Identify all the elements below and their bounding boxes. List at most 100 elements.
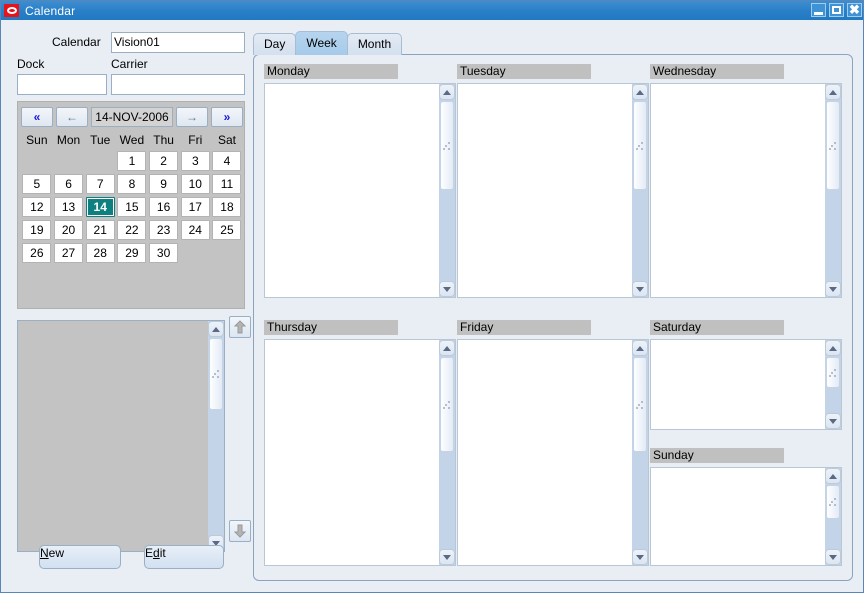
close-icon: ✖ [849, 2, 860, 17]
calendar-day-17[interactable]: 17 [180, 197, 210, 217]
calendar-day-18[interactable]: 18 [212, 197, 242, 217]
scroll-up-icon[interactable] [825, 340, 841, 356]
calendar-day-6[interactable]: 6 [54, 174, 84, 194]
edit-button-prefix: E [145, 546, 154, 560]
calendar-day-3[interactable]: 3 [180, 151, 210, 171]
calendar-day-19[interactable]: 19 [22, 220, 52, 240]
day-entries-area-thursday[interactable] [264, 339, 456, 566]
move-up-button[interactable] [229, 316, 251, 338]
last-page-button[interactable]: » [211, 107, 243, 127]
scroll-down-icon[interactable] [439, 281, 455, 297]
edit-button[interactable]: Edit [144, 545, 224, 569]
scroll-down-icon[interactable] [632, 281, 648, 297]
calendar-day-26[interactable]: 26 [22, 243, 52, 263]
dock-input[interactable] [17, 74, 107, 95]
scroll-down-icon[interactable] [825, 281, 841, 297]
current-date-display[interactable]: 14-NOV-2006 [91, 107, 173, 127]
scroll-up-icon[interactable] [632, 340, 648, 356]
calendar-day-10[interactable]: 10 [180, 174, 210, 194]
scroll-up-icon[interactable] [439, 84, 455, 100]
scroll-thumb[interactable] [633, 357, 647, 452]
scroll-up-icon[interactable] [825, 84, 841, 100]
calendar-day-8[interactable]: 8 [117, 174, 147, 194]
tab-day[interactable]: Day [253, 33, 297, 55]
move-down-button[interactable] [229, 520, 251, 542]
day-scrollbar-monday[interactable] [439, 84, 455, 297]
calendar-day-empty [86, 151, 115, 171]
close-button[interactable]: ✖ [847, 2, 862, 17]
calendar-day-9[interactable]: 9 [149, 174, 179, 194]
calendar-day-16[interactable]: 16 [149, 197, 179, 217]
scroll-thumb[interactable] [826, 101, 840, 190]
list-scrollbar[interactable] [208, 321, 224, 551]
day-header-wednesday: Wednesday [650, 64, 784, 79]
scroll-up-icon[interactable] [825, 468, 841, 484]
calendar-day-1[interactable]: 1 [117, 151, 147, 171]
calendar-day-21[interactable]: 21 [85, 220, 115, 240]
day-scrollbar-wednesday[interactable] [825, 84, 841, 297]
calendar-day-12[interactable]: 12 [22, 197, 52, 217]
scroll-thumb[interactable] [826, 357, 840, 388]
calendar-day-14[interactable]: 14 [85, 197, 115, 217]
calendar-day-7[interactable]: 7 [85, 174, 115, 194]
new-button[interactable]: New [39, 545, 121, 569]
dow-header-mon: Mon [56, 133, 81, 147]
scroll-down-icon[interactable] [632, 549, 648, 565]
minimize-button[interactable] [811, 3, 826, 17]
calendar-day-24[interactable]: 24 [180, 220, 210, 240]
calendar-day-empty [22, 151, 51, 171]
day-scrollbar-sunday[interactable] [825, 468, 841, 565]
calendar-day-30[interactable]: 30 [149, 243, 179, 263]
calendar-day-empty [212, 243, 241, 263]
day-header-thursday: Thursday [264, 320, 398, 335]
day-card-monday: Monday [264, 64, 456, 298]
day-entries-area-friday[interactable] [457, 339, 649, 566]
calendar-day-20[interactable]: 20 [54, 220, 84, 240]
scroll-up-icon[interactable] [632, 84, 648, 100]
scroll-thumb[interactable] [209, 338, 223, 410]
scroll-up-icon[interactable] [208, 321, 224, 337]
calendar-day-13[interactable]: 13 [54, 197, 84, 217]
calendar-day-25[interactable]: 25 [212, 220, 242, 240]
calendar-day-5[interactable]: 5 [22, 174, 52, 194]
carrier-input[interactable] [111, 74, 245, 95]
next-button[interactable]: → [176, 107, 208, 127]
day-header-friday: Friday [457, 320, 591, 335]
day-entries-area-saturday[interactable] [650, 339, 842, 430]
day-entries-area-sunday[interactable] [650, 467, 842, 566]
calendar-input[interactable]: Vision01 [111, 32, 245, 53]
scroll-thumb[interactable] [633, 101, 647, 190]
tab-month[interactable]: Month [346, 33, 403, 55]
calendar-day-22[interactable]: 22 [117, 220, 147, 240]
day-scrollbar-thursday[interactable] [439, 340, 455, 565]
day-entries-area-monday[interactable] [264, 83, 456, 298]
calendar-day-27[interactable]: 27 [54, 243, 84, 263]
dow-header-tue: Tue [90, 133, 111, 147]
calendar-day-4[interactable]: 4 [212, 151, 242, 171]
scroll-thumb[interactable] [440, 101, 454, 190]
calendar-day-29[interactable]: 29 [117, 243, 147, 263]
maximize-button[interactable] [829, 3, 844, 17]
scroll-down-icon[interactable] [825, 413, 841, 429]
scroll-up-icon[interactable] [439, 340, 455, 356]
day-scrollbar-tuesday[interactable] [632, 84, 648, 297]
first-page-button[interactable]: « [21, 107, 53, 127]
scroll-down-icon[interactable] [439, 549, 455, 565]
tab-week[interactable]: Week [295, 31, 348, 55]
calendar-day-2[interactable]: 2 [149, 151, 179, 171]
scroll-thumb[interactable] [440, 357, 454, 452]
calendar-day-23[interactable]: 23 [149, 220, 179, 240]
day-entries-area-tuesday[interactable] [457, 83, 649, 298]
day-entries-area-wednesday[interactable] [650, 83, 842, 298]
dow-header-thu: Thu [153, 133, 174, 147]
day-scrollbar-saturday[interactable] [825, 340, 841, 429]
day-scrollbar-friday[interactable] [632, 340, 648, 565]
calendar-day-11[interactable]: 11 [212, 174, 242, 194]
previous-button[interactable]: ← [56, 107, 88, 127]
calendar-day-15[interactable]: 15 [117, 197, 147, 217]
scroll-down-icon[interactable] [825, 549, 841, 565]
day-card-tuesday: Tuesday [457, 64, 649, 298]
calendar-entries-list[interactable] [17, 320, 225, 552]
scroll-thumb[interactable] [826, 485, 840, 519]
calendar-day-28[interactable]: 28 [85, 243, 115, 263]
